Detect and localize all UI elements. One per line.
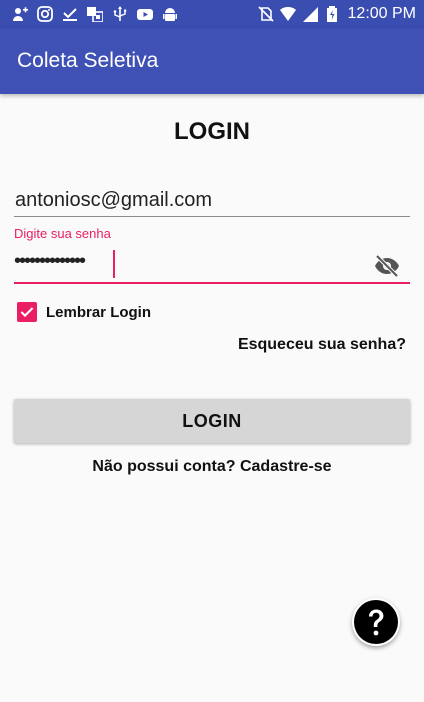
no-sim-icon	[257, 6, 274, 22]
android-icon	[162, 6, 178, 22]
clock: 12:00 PM	[347, 5, 416, 22]
password-label: Digite sua senha	[14, 226, 111, 241]
help-icon	[354, 600, 398, 644]
login-button[interactable]: LOGIN	[14, 399, 410, 443]
forgot-password-link[interactable]: Esqueceu sua senha?	[238, 336, 406, 354]
youtube-icon	[137, 6, 153, 22]
download-done-icon	[62, 6, 78, 22]
password-field-container[interactable]: ••••••••••••••	[14, 248, 410, 284]
help-button[interactable]	[352, 598, 400, 646]
translate-icon	[87, 6, 103, 22]
login-heading: LOGIN	[174, 118, 250, 145]
battery-charging-icon	[324, 6, 340, 22]
text-cursor	[113, 250, 115, 278]
app-bar: Coleta Seletiva	[0, 28, 424, 94]
remember-login-label: Lembrar Login	[46, 303, 152, 321]
add-contact-icon	[12, 6, 28, 22]
remember-login-checkbox[interactable]	[17, 302, 37, 322]
checkmark-icon	[20, 307, 34, 318]
status-left-icons	[12, 6, 258, 22]
remember-login[interactable]: Lembrar Login	[17, 302, 151, 322]
signup-link[interactable]: Não possui conta? Cadastre-se	[0, 458, 424, 476]
usb-icon	[112, 6, 128, 22]
status-bar: 12:00 PM	[0, 0, 424, 28]
app-title: Coleta Seletiva	[17, 49, 159, 72]
status-right-icons: 12:00 PM	[257, 5, 416, 23]
instagram-icon	[37, 6, 53, 22]
email-field[interactable]	[14, 185, 410, 217]
password-field[interactable]: ••••••••••••••	[14, 250, 364, 280]
wifi-icon	[279, 6, 296, 22]
visibility-off-icon[interactable]	[374, 254, 400, 278]
signal-3g-icon	[302, 6, 318, 22]
